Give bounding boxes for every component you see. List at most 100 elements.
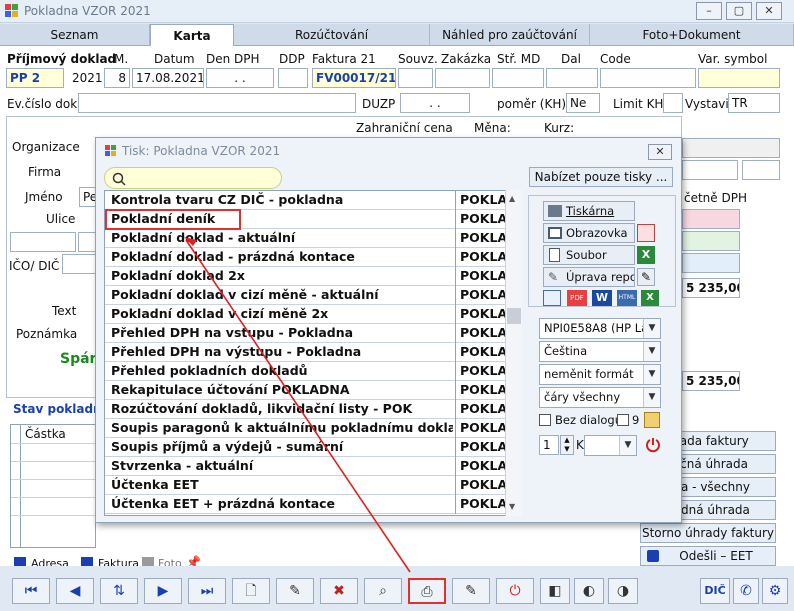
delete-button[interactable]: ✖ [320, 578, 358, 604]
exit-button[interactable]: ⏻ [496, 578, 534, 604]
mena-field[interactable] [682, 160, 738, 180]
tab-foto-dokument[interactable]: Foto+Dokument [590, 24, 794, 46]
doc-type-field[interactable]: PP 2 [6, 68, 64, 88]
report-row[interactable]: Kontrola tvaru CZ DIČ - pokladna POKLA [105, 191, 521, 210]
zakazka-field[interactable] [435, 68, 490, 88]
sort-button[interactable]: ⇅ [100, 578, 138, 604]
edit-report-button[interactable]: ✎ Úprava repor [543, 267, 635, 287]
dal-field[interactable] [546, 68, 598, 88]
report-row[interactable]: Přehled DPH na výstupu - Pokladna POKLA [105, 343, 521, 362]
screen-button[interactable]: Obrazovka [543, 223, 635, 243]
email-icon[interactable] [637, 224, 655, 242]
report-row[interactable]: Rekapitulace účtování POKLADNA POKLA [105, 381, 521, 400]
close-button[interactable]: ✕ [756, 2, 782, 20]
kurz-field[interactable] [682, 138, 780, 158]
dph-field-3[interactable] [682, 253, 740, 273]
extra-1-button[interactable]: ◧ [540, 578, 570, 604]
excel-icon[interactable]: X [637, 246, 655, 264]
report-row[interactable]: Účtenka EET + prázdná kontace POKLA [105, 495, 521, 514]
report-row[interactable]: Pokladní doklad v cizí měně - aktuální PO… [105, 286, 521, 305]
duzp-field[interactable]: . . [400, 93, 470, 113]
report-row[interactable]: Rozúčtování dokladů, likvidační listy - … [105, 400, 521, 419]
designer-icon[interactable]: ✎ [637, 268, 655, 286]
format-select[interactable]: neměnit formát ▼ [539, 364, 661, 385]
copies-field[interactable]: 1 [539, 435, 559, 455]
var-symbol-field[interactable] [698, 68, 780, 88]
k-select[interactable]: ▼ [584, 435, 637, 456]
dic-icon[interactable]: DIČ [700, 578, 730, 604]
dph-date-field[interactable]: . . [206, 68, 274, 88]
print-button[interactable]: ⎙ [408, 578, 446, 604]
logo-icon[interactable]: ✆ [733, 578, 759, 604]
str-md-field[interactable] [492, 68, 544, 88]
first-record-button[interactable]: ⏮ [12, 578, 50, 604]
new-document-button[interactable]: 🗋 [232, 578, 270, 604]
pomer-field[interactable]: Ne [566, 93, 600, 113]
report-row[interactable]: Soupis paragonů k aktuálnímu pokladnímu … [105, 419, 521, 438]
invoice-field[interactable]: FV00017/21 [312, 68, 396, 88]
minimize-button[interactable]: – [696, 2, 722, 20]
scroll-up-icon[interactable]: ▲ [509, 194, 515, 203]
pdf-icon[interactable]: PDF [567, 290, 587, 306]
ico-field[interactable] [62, 254, 98, 274]
filter-reports-button[interactable]: Nabízet pouze tisky ... [529, 167, 673, 187]
report-row[interactable]: Soupis příjmů a výdejů - sumární POKLA [105, 438, 521, 457]
dph-field-2[interactable] [682, 231, 740, 251]
scroll-down-icon[interactable]: ▼ [509, 502, 515, 511]
mena-extra-field[interactable] [742, 160, 780, 180]
settings-icon[interactable] [644, 412, 660, 428]
report-row[interactable]: Pokladní doklad - aktuální POKLA [105, 229, 521, 248]
nine-checkbox[interactable] [617, 414, 629, 426]
html-icon[interactable]: HTML [617, 290, 637, 306]
dph-field-1[interactable] [682, 209, 740, 229]
date-field[interactable]: 17.08.2021 [132, 68, 204, 88]
odesli-eet-button[interactable]: Odešli – EET [640, 546, 776, 566]
search-button[interactable]: ⌕ [364, 578, 402, 604]
language-select[interactable]: Čeština ▼ [539, 341, 661, 362]
report-row[interactable]: Přehled pokladních dokladů POKLA [105, 362, 521, 381]
file-button[interactable]: Soubor [543, 245, 635, 265]
extra-2-button[interactable]: ◐ [574, 578, 604, 604]
tab-rozuctovani[interactable]: Rozúčtování [234, 24, 430, 46]
printer-button[interactable]: Tiskárna [543, 201, 635, 221]
report-row[interactable]: Přehled DPH na vstupu - Pokladna POKLA [105, 324, 521, 343]
psc-field[interactable] [10, 232, 76, 252]
table-export-icon[interactable] [543, 290, 561, 306]
vystavil-field[interactable]: TR [728, 93, 780, 113]
report-row[interactable]: Pokladní doklad v cizí měně 2x POKLA [105, 305, 521, 324]
last-record-button[interactable]: ⏭ [188, 578, 226, 604]
settings-toolbar-icon[interactable]: ⚙ [762, 578, 788, 604]
lines-select[interactable]: čáry všechny ▼ [539, 387, 661, 408]
report-row[interactable]: Stvrzenka - aktuální POKLA [105, 457, 521, 476]
tab-seznam[interactable]: Seznam [0, 24, 150, 46]
month-field[interactable]: 8 [104, 68, 130, 88]
printer-select[interactable]: NPI0E58A8 (HP Lase ▼ [539, 318, 661, 339]
limit-kh-checkbox[interactable] [663, 93, 683, 113]
evcislo-field[interactable] [78, 93, 356, 113]
word-icon[interactable]: W [592, 290, 612, 306]
tools-button[interactable]: ✎ [452, 578, 490, 604]
edit-button[interactable]: ✎ [276, 578, 314, 604]
payments-table[interactable]: Částka [10, 424, 96, 548]
next-record-button[interactable]: ▶ [144, 578, 182, 604]
no-dialog-checkbox[interactable] [539, 414, 551, 426]
tab-nahled[interactable]: Náhled pro zaúčtování [430, 24, 590, 46]
dialog-close-button[interactable]: ✕ [648, 144, 672, 160]
ddp-field[interactable] [278, 68, 308, 88]
copies-stepper[interactable]: ▲ ▼ [560, 435, 574, 455]
report-list-scrollbar[interactable]: ▲ ▼ [505, 190, 522, 516]
storno-uhrady-button[interactable]: Storno úhrady faktury [640, 523, 776, 543]
search-input[interactable] [104, 167, 282, 189]
excel-export-icon[interactable]: X [641, 290, 659, 306]
code-field[interactable] [600, 68, 696, 88]
report-list[interactable]: Kontrola tvaru CZ DIČ - pokladna POKLA Po… [104, 190, 522, 516]
extra-3-button[interactable]: ◑ [608, 578, 638, 604]
maximize-button[interactable]: ▢ [726, 2, 752, 20]
report-row[interactable]: Účtenka EET POKLA [105, 476, 521, 495]
scroll-thumb[interactable] [507, 308, 521, 324]
previous-record-button[interactable]: ◀ [56, 578, 94, 604]
report-row[interactable]: Pokladní doklad 2x POKLA [105, 267, 521, 286]
report-row[interactable]: Pokladní doklad - prázdná kontace POKLA [105, 248, 521, 267]
souvz-field[interactable] [398, 68, 433, 88]
tab-karta[interactable]: Karta [150, 24, 234, 47]
